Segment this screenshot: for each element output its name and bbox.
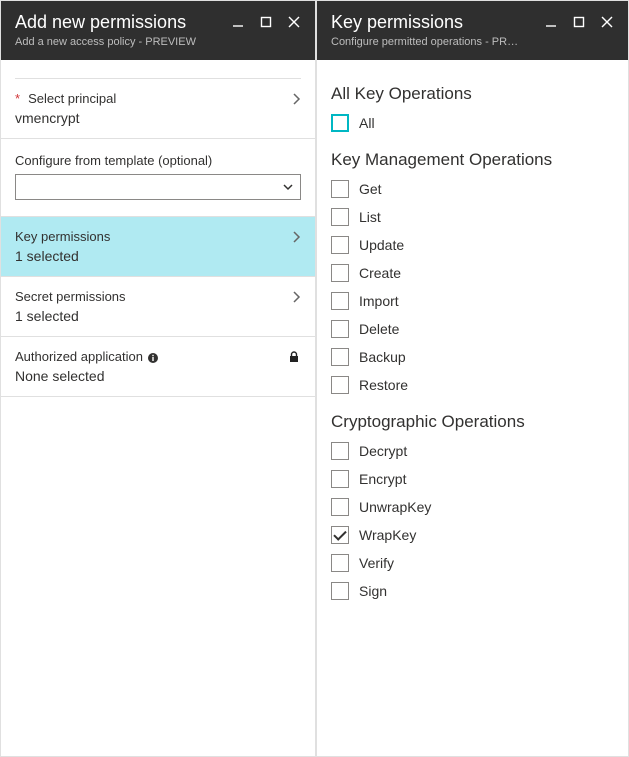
checkbox-delete[interactable]: Delete	[331, 320, 614, 338]
checkbox-icon	[331, 236, 349, 254]
key-permissions-row[interactable]: Key permissions 1 selected	[1, 217, 315, 277]
chevron-right-icon	[292, 230, 301, 244]
authorized-app-label: Authorized application	[15, 349, 143, 364]
checkbox-label: Decrypt	[359, 443, 407, 459]
minimize-icon[interactable]	[544, 15, 558, 29]
checkbox-wrapkey[interactable]: WrapKey	[331, 526, 614, 544]
window-controls-right	[544, 15, 614, 29]
checkbox-unwrapkey[interactable]: UnwrapKey	[331, 498, 614, 516]
checkbox-sign[interactable]: Sign	[331, 582, 614, 600]
secret-permissions-value: 1 selected	[15, 308, 301, 324]
checkbox-label: Restore	[359, 377, 408, 393]
checkbox-label: All	[359, 115, 375, 131]
lock-icon	[287, 350, 301, 364]
panel-body-right: All Key Operations All Key Management Op…	[317, 60, 628, 756]
checkbox-get[interactable]: Get	[331, 180, 614, 198]
section-crypto-title: Cryptographic Operations	[331, 412, 614, 432]
checkbox-icon	[331, 180, 349, 198]
secret-permissions-row[interactable]: Secret permissions 1 selected	[1, 277, 315, 337]
checkbox-icon	[331, 554, 349, 572]
authorized-app-value: None selected	[15, 368, 301, 384]
checkbox-backup[interactable]: Backup	[331, 348, 614, 366]
checkbox-verify[interactable]: Verify	[331, 554, 614, 572]
minimize-icon[interactable]	[231, 15, 245, 29]
required-indicator: *	[15, 91, 20, 106]
secret-permissions-label: Secret permissions	[15, 289, 126, 304]
panel-header-right: Key permissions Configure permitted oper…	[317, 1, 628, 60]
template-row: Configure from template (optional)	[1, 139, 315, 217]
checkbox-label: Delete	[359, 321, 399, 337]
checkbox-label: Import	[359, 293, 399, 309]
section-mgmt-title: Key Management Operations	[331, 150, 614, 170]
select-principal-label: Select principal	[28, 91, 116, 106]
checkbox-label: Sign	[359, 583, 387, 599]
checkbox-label: List	[359, 209, 381, 225]
checkbox-icon	[331, 526, 349, 544]
authorized-app-row[interactable]: Authorized application None selected	[1, 337, 315, 397]
key-permissions-panel: Key permissions Configure permitted oper…	[316, 0, 629, 757]
checkbox-icon	[331, 292, 349, 310]
select-principal-value: vmencrypt	[15, 110, 301, 126]
close-icon[interactable]	[600, 15, 614, 29]
key-permissions-label: Key permissions	[15, 229, 110, 244]
checkbox-create[interactable]: Create	[331, 264, 614, 282]
checkbox-icon	[331, 348, 349, 366]
checkbox-label: Get	[359, 181, 382, 197]
checkbox-label: Update	[359, 237, 404, 253]
template-select[interactable]	[15, 174, 301, 200]
panel-title-left: Add new permissions	[15, 11, 196, 34]
panel-header-titles: Add new permissions Add a new access pol…	[15, 11, 196, 48]
checkbox-icon	[331, 264, 349, 282]
checkbox-restore[interactable]: Restore	[331, 376, 614, 394]
checkbox-icon	[331, 320, 349, 338]
checkbox-import[interactable]: Import	[331, 292, 614, 310]
add-permissions-panel: Add new permissions Add a new access pol…	[0, 0, 316, 757]
template-label: Configure from template (optional)	[15, 153, 301, 168]
close-icon[interactable]	[287, 15, 301, 29]
panel-header-left: Add new permissions Add a new access pol…	[1, 1, 315, 60]
section-all-title: All Key Operations	[331, 84, 614, 104]
checkbox-label: UnwrapKey	[359, 499, 431, 515]
checkbox-update[interactable]: Update	[331, 236, 614, 254]
checkbox-label: Backup	[359, 349, 406, 365]
chevron-right-icon	[292, 92, 301, 106]
maximize-icon[interactable]	[259, 15, 273, 29]
key-permissions-value: 1 selected	[15, 248, 301, 264]
panel-header-titles: Key permissions Configure permitted oper…	[331, 11, 521, 48]
checkbox-icon	[331, 114, 349, 132]
checkbox-icon	[331, 442, 349, 460]
checkbox-icon	[331, 208, 349, 226]
panel-subtitle-left: Add a new access policy - PREVIEW	[15, 36, 196, 48]
checkbox-label: Encrypt	[359, 471, 406, 487]
checkbox-all[interactable]: All	[331, 114, 614, 132]
panel-title-right: Key permissions	[331, 11, 521, 34]
checkbox-label: Verify	[359, 555, 394, 571]
panel-subtitle-right: Configure permitted operations - PREVI..…	[331, 36, 521, 48]
checkbox-icon	[331, 582, 349, 600]
checkbox-label: WrapKey	[359, 527, 416, 543]
checkbox-encrypt[interactable]: Encrypt	[331, 470, 614, 488]
checkbox-decrypt[interactable]: Decrypt	[331, 442, 614, 460]
checkbox-label: Create	[359, 265, 401, 281]
checkbox-icon	[331, 498, 349, 516]
checkbox-icon	[331, 376, 349, 394]
select-principal-row[interactable]: * Select principal vmencrypt	[1, 79, 315, 139]
panel-body-left: * Select principal vmencrypt Configure fr…	[1, 60, 315, 756]
checkbox-list[interactable]: List	[331, 208, 614, 226]
window-controls-left	[231, 15, 301, 29]
chevron-right-icon	[292, 290, 301, 304]
checkbox-icon	[331, 470, 349, 488]
info-icon[interactable]	[147, 349, 159, 364]
maximize-icon[interactable]	[572, 15, 586, 29]
chevron-down-icon	[282, 183, 294, 191]
